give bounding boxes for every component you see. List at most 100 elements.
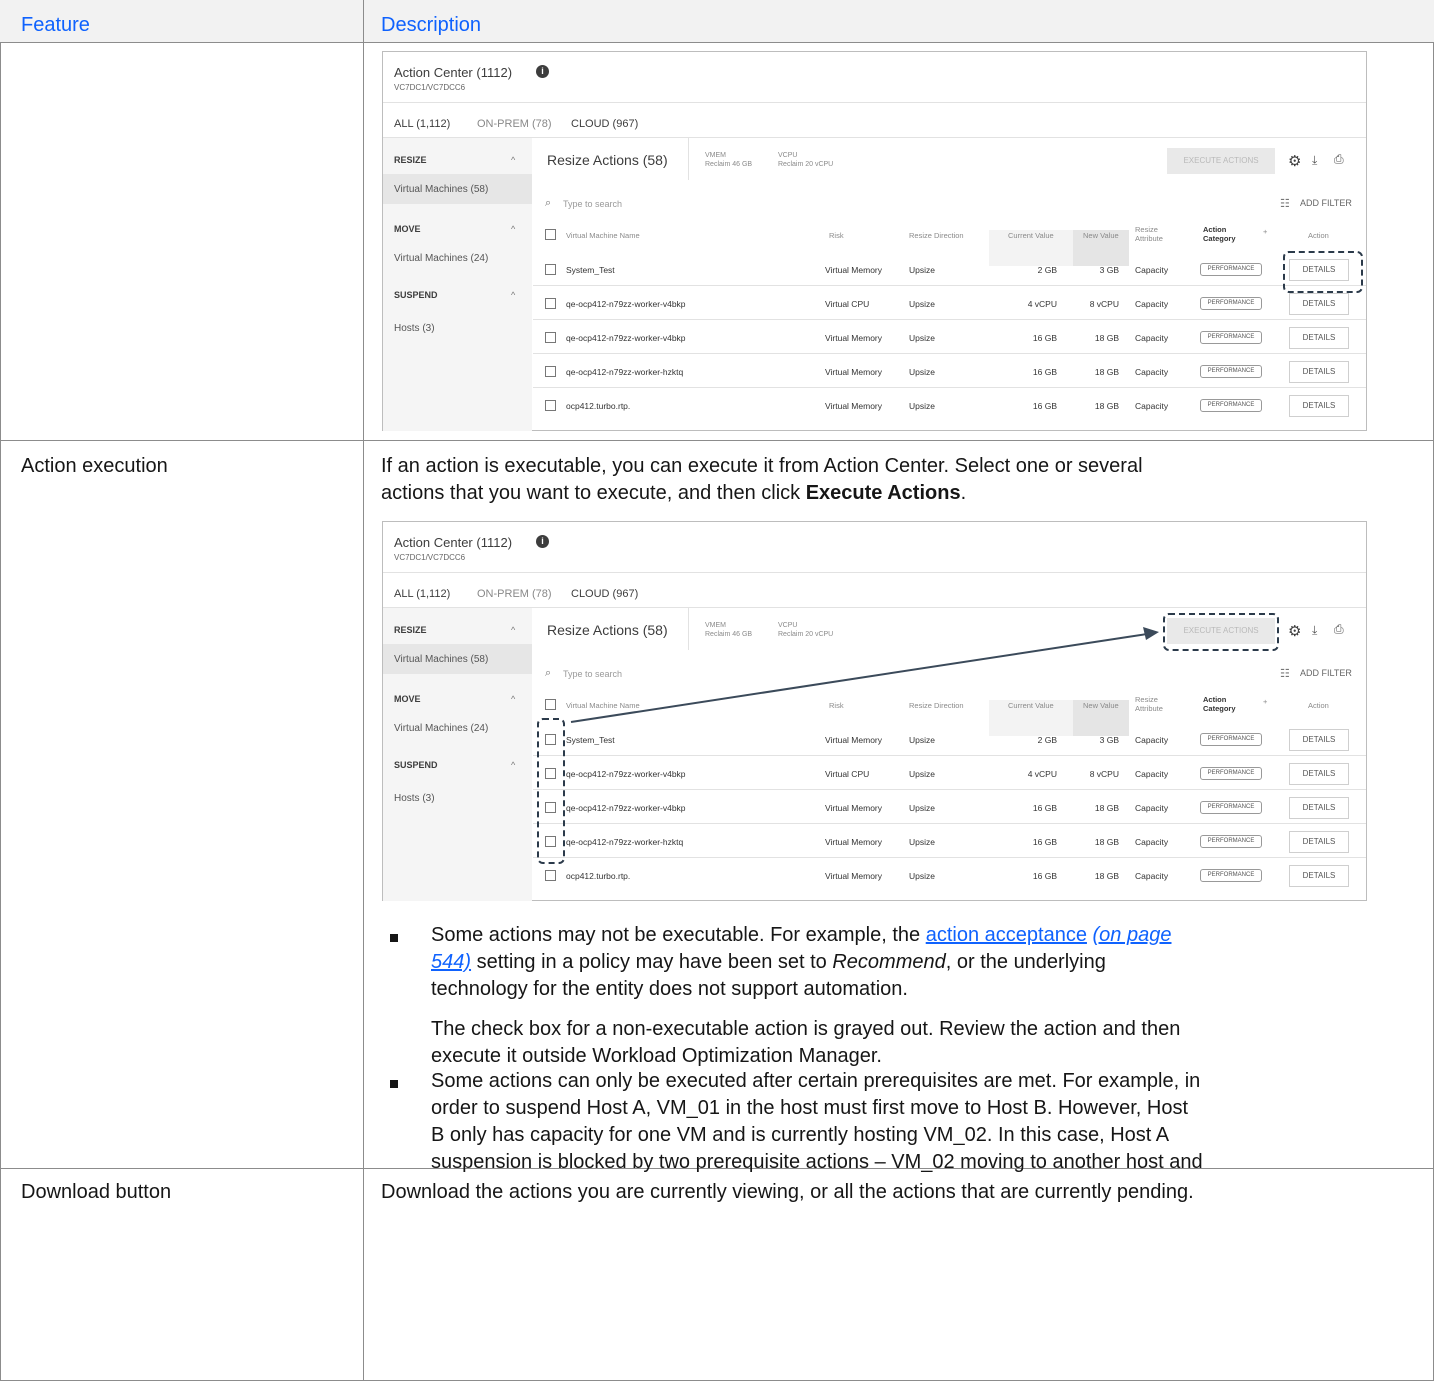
scope-subtitle: VC7DC1/VC7DCC6 — [394, 83, 466, 92]
vm-name-cell: qe-ocp412-n79zz-worker-v4bkp — [566, 299, 686, 309]
select-all-checkbox[interactable] — [545, 229, 556, 240]
header-feature: Feature — [21, 14, 90, 36]
table-header: Feature Description — [0, 0, 1434, 42]
details-button[interactable]: DETAILS — [1289, 361, 1349, 383]
bullet-2 — [390, 1080, 398, 1088]
row-checkbox[interactable] — [545, 400, 556, 411]
tab-on-prem[interactable]: ON-PREM (78) — [477, 118, 552, 130]
direction-cell: Upsize — [909, 333, 935, 343]
risk-cell: Virtual Memory — [825, 401, 882, 411]
resize-attribute-cell: Capacity — [1135, 333, 1169, 343]
category-badge: PERFORMANCE — [1200, 399, 1262, 412]
add-filter-button[interactable]: ADD FILTER — [1300, 198, 1352, 208]
details-button[interactable]: DETAILS — [1289, 327, 1349, 349]
arrow-to-execute — [570, 627, 1159, 723]
action-acceptance-link[interactable]: action acceptance — [926, 924, 1087, 946]
current-value-cell: 4 vCPU — [1027, 299, 1057, 309]
bullet-1-para-2-line-1: The check box for a non-executable actio… — [431, 1018, 1181, 1040]
bullet-2-line-2: order to suspend Host A, VM_01 in the ho… — [431, 1097, 1189, 1119]
resize-attribute-cell: Capacity — [1135, 265, 1169, 275]
direction-cell: Upsize — [909, 265, 935, 275]
category-badge: PERFORMANCE — [1200, 331, 1262, 344]
feature-action-execution: Action execution — [21, 455, 168, 477]
search-input[interactable]: Type to search — [563, 199, 622, 209]
new-value-cell: 18 GB — [1094, 401, 1119, 411]
download-description: Download the actions you are currently v… — [381, 1181, 1194, 1203]
chevron-up-icon[interactable]: ^ — [511, 290, 515, 300]
direction-cell: Upsize — [909, 401, 935, 411]
action-center-screenshot-2: Action Center (1112) i VC7DC1/VC7DCC6 AL… — [382, 521, 1367, 901]
direction-cell: Upsize — [909, 367, 935, 377]
col-action: Action — [1308, 231, 1329, 240]
vm-name-cell: ocp412.turbo.rtp. — [566, 401, 631, 411]
current-value-cell: 2 GB — [1037, 265, 1057, 275]
col-vm-name[interactable]: Virtual Machine Name — [566, 231, 640, 240]
vm-name-cell: System_Test — [566, 265, 615, 275]
sidebar-item-suspend-hosts[interactable]: Hosts (3) — [394, 323, 435, 334]
sidebar-item-move-vms[interactable]: Virtual Machines (24) — [394, 253, 488, 264]
search-icon: ⌕ — [545, 197, 552, 209]
vm-name-cell: qe-ocp412-n79zz-worker-hzktq — [566, 367, 684, 377]
col-new-value[interactable]: New Value — [1083, 231, 1119, 240]
execute-actions-button[interactable]: EXECUTE ACTIONS — [1167, 148, 1275, 174]
intro-line-2: actions that you want to execute, and th… — [381, 482, 967, 504]
direction-cell: Upsize — [909, 299, 935, 309]
col-resize-attribute[interactable]: Resize Attribute — [1135, 225, 1163, 243]
vcpu-summary: VCPU Reclaim 20 vCPU — [778, 152, 834, 168]
new-value-cell: 18 GB — [1094, 367, 1119, 377]
risk-cell: Virtual CPU — [825, 299, 870, 309]
vm-name-cell: qe-ocp412-n79zz-worker-v4bkp — [566, 333, 686, 343]
details-button[interactable]: DETAILS — [1289, 293, 1349, 315]
risk-cell: Virtual Memory — [825, 367, 882, 377]
current-value-cell: 16 GB — [1032, 401, 1057, 411]
sidebar-section-suspend[interactable]: SUSPEND — [394, 290, 438, 300]
bullet-2-line-1: Some actions can only be executed after … — [431, 1070, 1201, 1092]
action-center-screenshot-1: Action Center (1112) i VC7DC1/VC7DCC6 AL… — [382, 51, 1367, 431]
bullet-1-line-3: technology for the entity does not suppo… — [431, 978, 908, 1000]
intro-line-1: If an action is executable, you can exec… — [381, 455, 1143, 477]
row-checkbox[interactable] — [545, 332, 556, 343]
tab-all[interactable]: ALL (1,112) — [394, 118, 450, 130]
row-checkbox[interactable] — [545, 366, 556, 377]
col-resize-direction[interactable]: Resize Direction — [909, 231, 964, 240]
page-link-544[interactable]: (on page — [1093, 924, 1172, 946]
resize-attribute-cell: Capacity — [1135, 367, 1169, 377]
category-badge: PERFORMANCE — [1200, 263, 1262, 276]
row-checkbox[interactable] — [545, 264, 556, 275]
resize-attribute-cell: Capacity — [1135, 299, 1169, 309]
action-sidebar: RESIZE ^ Virtual Machines (58) MOVE ^ Vi… — [383, 138, 532, 431]
chevron-up-icon[interactable]: ^ — [511, 155, 515, 165]
new-value-cell: 18 GB — [1094, 333, 1119, 343]
current-value-cell: 16 GB — [1032, 333, 1057, 343]
column-divider — [363, 0, 364, 1381]
vmem-summary: VMEM Reclaim 46 GB — [705, 152, 753, 168]
row-checkbox[interactable] — [545, 298, 556, 309]
details-button[interactable]: DETAILS — [1289, 395, 1349, 417]
info-icon: i — [536, 65, 549, 78]
row-divider — [0, 440, 1434, 441]
col-current-value[interactable]: Current Value — [1008, 231, 1054, 240]
row-divider — [0, 42, 1434, 43]
bullet-2-line-4: suspension is blocked by two prerequisit… — [431, 1151, 1203, 1173]
gear-icon[interactable]: ⚙ — [1288, 152, 1301, 170]
sidebar-item-resize-vms[interactable]: Virtual Machines (58) — [394, 184, 488, 195]
bullet-1 — [390, 934, 398, 942]
filter-icon[interactable]: ☷ — [1280, 197, 1290, 210]
sidebar-section-move[interactable]: MOVE — [394, 224, 421, 234]
page-link-544-cont[interactable]: 544) — [431, 951, 471, 973]
download-icon[interactable]: ⤓ — [1312, 153, 1317, 168]
col-risk[interactable]: Risk — [829, 231, 844, 240]
bullet-1-line-2: 544) setting in a policy may have been s… — [431, 951, 1106, 973]
chevron-up-icon[interactable]: ^ — [511, 224, 515, 234]
risk-cell: Virtual Memory — [825, 265, 882, 275]
bullet-1-para-2-line-2: execute it outside Workload Optimization… — [431, 1045, 882, 1067]
action-center-title: Action Center (1112) — [394, 65, 513, 80]
highlight-details-button — [1283, 251, 1363, 293]
current-value-cell: 16 GB — [1032, 367, 1057, 377]
sidebar-section-resize[interactable]: RESIZE — [394, 155, 427, 165]
col-action-category[interactable]: Action Category — [1203, 225, 1236, 243]
print-icon[interactable]: ⎙ — [1334, 152, 1344, 167]
tab-cloud[interactable]: CLOUD (967) — [571, 118, 638, 130]
feature-download-button: Download button — [21, 1181, 172, 1203]
add-column-button[interactable]: + — [1263, 227, 1267, 236]
